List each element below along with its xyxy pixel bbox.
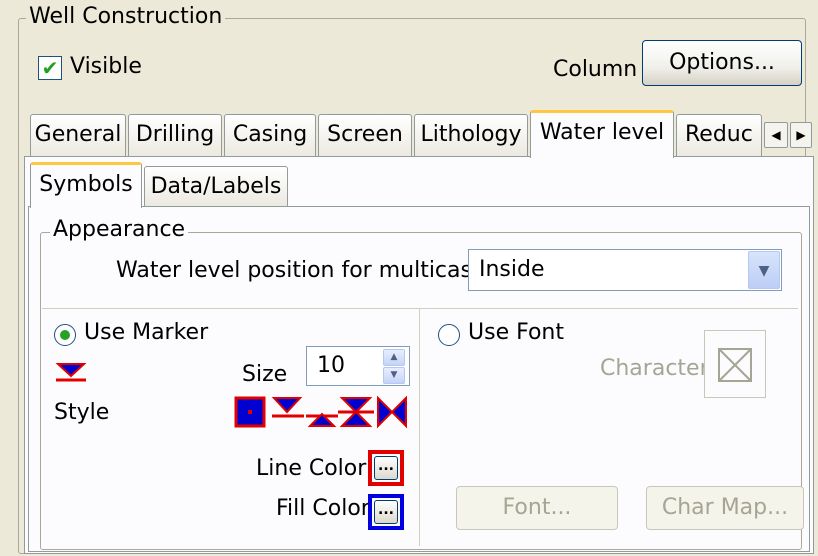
spin-up-icon[interactable]: ▲ — [383, 349, 405, 366]
options-button[interactable]: Options... — [642, 40, 802, 86]
appearance-title: Appearance — [50, 217, 189, 242]
use-font-radio[interactable] — [438, 324, 460, 346]
character-label: Character — [600, 356, 709, 381]
tab-scroll-left-icon[interactable]: ◀ — [764, 122, 788, 148]
section-divider-horizontal — [42, 308, 798, 309]
tab-lithology[interactable]: Lithology — [414, 114, 528, 156]
marker-style-options — [234, 395, 407, 429]
line-color-ellipsis: ... — [374, 456, 398, 480]
style-triangle-up-icon[interactable] — [306, 412, 338, 427]
column-label: Column — [553, 57, 638, 82]
character-preview[interactable] — [704, 330, 766, 398]
tab-reduc[interactable]: Reduc — [676, 114, 762, 156]
tab-general[interactable]: General — [30, 114, 126, 156]
line-color-button[interactable]: ... — [368, 450, 404, 486]
size-value: 10 — [317, 353, 345, 378]
chevron-down-icon[interactable]: ▼ — [748, 251, 780, 289]
style-label: Style — [54, 400, 110, 425]
size-stepper[interactable]: 10 ▲ ▼ — [306, 346, 410, 386]
line-color-label: Line Color — [256, 456, 367, 481]
subtab-symbols[interactable]: Symbols — [30, 162, 142, 208]
use-marker-label: Use Marker — [84, 320, 209, 345]
multicasing-position-value: Inside — [479, 257, 545, 282]
tab-water-level[interactable]: Water level — [530, 110, 674, 158]
style-triangle-down-icon[interactable] — [271, 397, 304, 418]
visible-checkbox[interactable]: ✔ — [38, 56, 62, 80]
fill-color-button[interactable]: ... — [368, 494, 404, 530]
tab-screen[interactable]: Screen — [318, 114, 412, 156]
char-map-button[interactable]: Char Map... — [646, 486, 804, 530]
visible-label: Visible — [70, 54, 142, 79]
marker-preview-icon — [55, 363, 87, 382]
subtab-data-labels[interactable]: Data/Labels — [144, 166, 288, 206]
well-construction-title: Well Construction — [26, 4, 226, 29]
fill-color-label: Fill Color — [276, 496, 370, 521]
tab-casing[interactable]: Casing — [224, 114, 316, 156]
style-square-icon[interactable] — [234, 396, 266, 428]
empty-glyph-icon — [718, 348, 752, 382]
tab-scroll-right-icon[interactable]: ▶ — [790, 122, 812, 148]
font-button[interactable]: Font... — [456, 486, 618, 530]
multicasing-position-select[interactable]: Inside ▼ — [468, 249, 782, 291]
use-marker-radio[interactable] — [54, 324, 76, 346]
style-hourglass-icon[interactable] — [338, 397, 374, 427]
size-label: Size — [242, 362, 288, 387]
section-divider-vertical — [419, 308, 420, 546]
style-bowtie-icon[interactable] — [377, 395, 407, 429]
tab-drilling[interactable]: Drilling — [128, 114, 222, 156]
use-font-label: Use Font — [468, 320, 564, 345]
multicasing-position-label: Water level position for multicasing — [116, 258, 506, 283]
fill-color-ellipsis: ... — [374, 500, 398, 524]
spin-down-icon[interactable]: ▼ — [383, 367, 405, 384]
